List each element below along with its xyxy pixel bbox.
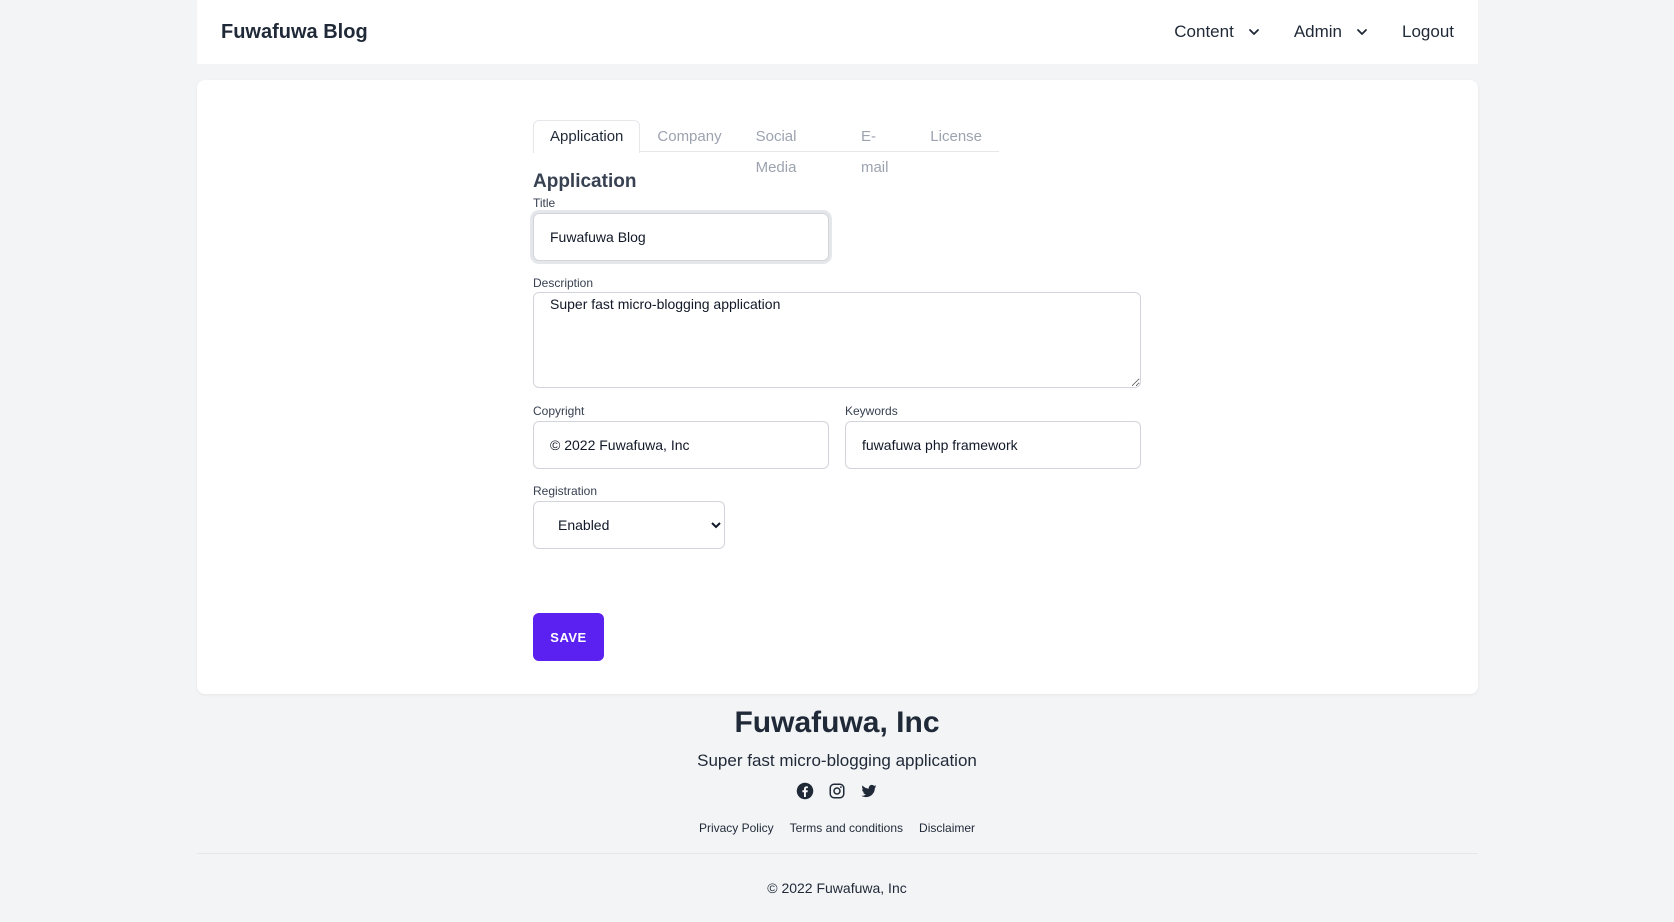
keywords-field[interactable]: [845, 421, 1141, 469]
registration-label: Registration: [533, 484, 598, 498]
section-title: Application: [533, 171, 637, 192]
chevron-down-icon: [1357, 29, 1367, 35]
social-links: [0, 782, 1674, 800]
tab-email[interactable]: E-mail: [844, 120, 913, 176]
description-label: Description: [533, 276, 594, 290]
nav-admin-menu[interactable]: Admin: [1294, 22, 1368, 42]
nav-admin-label: Admin: [1293, 22, 1342, 41]
navbar: Fuwafuwa Blog Content Admin Logout: [197, 0, 1478, 64]
nav-content-menu[interactable]: Content: [1174, 22, 1260, 42]
footer-links: Privacy Policy Terms and conditions Disc…: [0, 821, 1674, 835]
nav-content-label: Content: [1174, 22, 1234, 41]
tab-company[interactable]: Company: [640, 120, 738, 153]
settings-tabs: Application Company Social Media E-mail …: [533, 120, 999, 176]
title-label: Title: [533, 196, 556, 210]
description-field[interactable]: Super fast micro-blogging application: [533, 292, 1141, 388]
copyright-label: Copyright: [533, 404, 585, 418]
chevron-down-icon: [1248, 29, 1259, 35]
nav-logout-label: Logout: [1402, 22, 1454, 41]
twitter-icon[interactable]: [860, 782, 878, 800]
save-button[interactable]: SAVE: [533, 613, 604, 661]
nav-links: Content Admin Logout: [1174, 22, 1454, 42]
brand-title[interactable]: Fuwafuwa Blog: [221, 21, 368, 44]
settings-card: Application Company Social Media E-mail …: [197, 80, 1478, 694]
footer-divider: [197, 853, 1478, 854]
privacy-policy-link[interactable]: Privacy Policy: [699, 821, 774, 835]
title-field[interactable]: [533, 213, 829, 261]
disclaimer-link[interactable]: Disclaimer: [919, 821, 975, 835]
copyright-field[interactable]: [533, 421, 829, 469]
terms-link[interactable]: Terms and conditions: [790, 821, 903, 835]
footer-copyright: © 2022 Fuwafuwa, Inc: [767, 880, 907, 896]
tab-social-media[interactable]: Social Media: [739, 120, 844, 176]
tab-license[interactable]: License: [913, 120, 999, 153]
tab-application[interactable]: Application: [533, 120, 641, 153]
footer-company-name: Fuwafuwa, Inc: [734, 706, 940, 739]
logout-link[interactable]: Logout: [1402, 22, 1454, 42]
registration-select[interactable]: Enabled: [533, 501, 725, 549]
instagram-icon[interactable]: [828, 782, 846, 800]
keywords-label: Keywords: [845, 404, 898, 418]
facebook-icon[interactable]: [796, 782, 814, 800]
footer-description: Super fast micro-blogging application: [697, 751, 977, 770]
